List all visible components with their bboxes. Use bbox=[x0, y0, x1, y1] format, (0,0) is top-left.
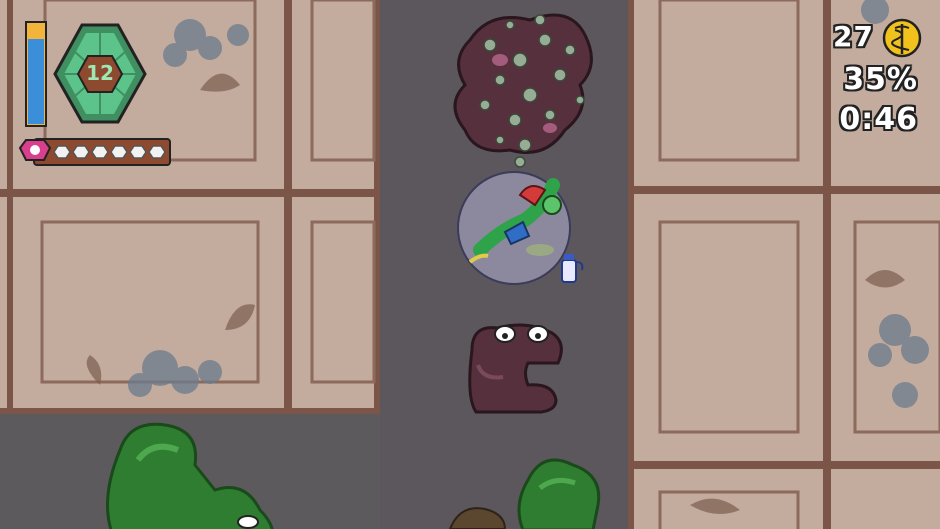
charge-segment bbox=[148, 145, 166, 159]
charge-bar bbox=[18, 138, 171, 166]
player-lizard-in-bubble[interactable] bbox=[457, 171, 571, 285]
game-screen[interactable]: 12 27 35% 0:46 bbox=[0, 0, 940, 529]
left-building bbox=[0, 0, 380, 414]
charge-segment bbox=[91, 145, 109, 159]
level-number: 12 bbox=[86, 61, 114, 85]
progress-percent: 35% bbox=[843, 62, 918, 97]
caduceus-coin-icon bbox=[882, 18, 922, 58]
charge-segment bbox=[53, 145, 71, 159]
coin-count: 27 bbox=[833, 20, 874, 53]
charge-segment bbox=[129, 145, 147, 159]
charge-segment bbox=[110, 145, 128, 159]
health-bar bbox=[25, 21, 47, 127]
charge-segment bbox=[72, 145, 90, 159]
game-scene[interactable] bbox=[0, 0, 940, 529]
timer: 0:46 bbox=[839, 102, 918, 137]
